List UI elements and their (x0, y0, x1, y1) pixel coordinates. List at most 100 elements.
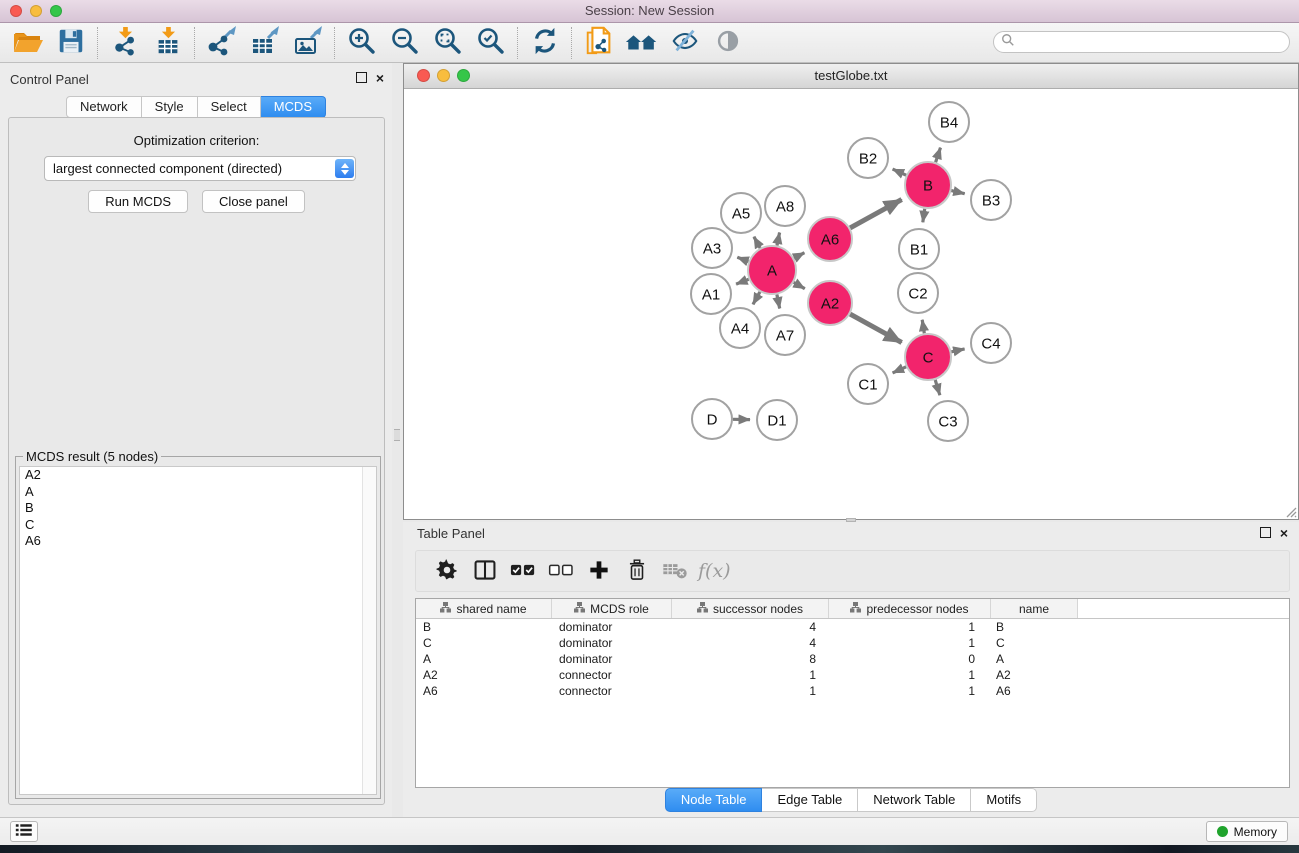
cell-shared-name[interactable]: A2 (416, 667, 552, 683)
memory-button[interactable]: Memory (1206, 821, 1288, 842)
network-canvas[interactable]: B4B2BB3A8A5A6A3B1AA1C2A2A4A7C4CC1C3DD1 (404, 89, 1298, 519)
function-builder-button[interactable]: f(x) (698, 560, 731, 582)
tab-edge-table[interactable]: Edge Table (762, 788, 858, 812)
graph-node-C4[interactable]: C4 (971, 323, 1011, 363)
cell-shared-name[interactable]: A (416, 651, 552, 667)
graph-node-A7[interactable]: A7 (765, 315, 805, 355)
graph-node-A2[interactable]: A2 (808, 281, 852, 325)
export-network-button[interactable] (200, 25, 243, 61)
graph-edge-A-A6[interactable] (794, 253, 804, 259)
save-session-button[interactable] (49, 25, 92, 61)
graph-edge-C-C2[interactable] (922, 320, 924, 334)
graph-edge-B-B4[interactable] (936, 148, 941, 163)
mcds-result-item[interactable]: C (20, 517, 376, 534)
search-field[interactable] (993, 31, 1290, 53)
graph-edge-A6-B[interactable] (850, 200, 902, 228)
cell-predecessor-nodes[interactable]: 1 (829, 683, 991, 699)
cell-name[interactable]: C (991, 635, 1078, 651)
graph-node-C1[interactable]: C1 (848, 364, 888, 404)
tab-mcds[interactable]: MCDS (261, 96, 326, 118)
graph-edge-A2-C[interactable] (850, 314, 902, 342)
graph-node-C[interactable]: C (905, 334, 951, 380)
cell-MCDS-role[interactable]: dominator (552, 651, 672, 667)
scrollbar-track[interactable] (362, 467, 376, 794)
select-all-columns-button[interactable] (504, 553, 542, 589)
graph-node-A3[interactable]: A3 (692, 228, 732, 268)
graph-edge-A-A1[interactable] (736, 279, 749, 284)
delete-table-button[interactable] (656, 553, 694, 589)
zoom-in-button[interactable] (340, 25, 383, 61)
graph-node-A6[interactable]: A6 (808, 217, 852, 261)
cell-shared-name[interactable]: B (416, 619, 552, 635)
criterion-select[interactable]: largest connected component (directed) (44, 156, 356, 181)
graph-node-A8[interactable]: A8 (765, 186, 805, 226)
delete-column-button[interactable] (618, 553, 656, 589)
cell-name[interactable]: A (991, 651, 1078, 667)
add-column-button[interactable] (580, 553, 618, 589)
mcds-result-item[interactable]: A (20, 484, 376, 501)
cell-successor-nodes[interactable]: 4 (672, 635, 829, 651)
graph-edge-A-A4[interactable] (753, 292, 760, 305)
cell-name[interactable]: B (991, 619, 1078, 635)
graph-edge-A-A2[interactable] (794, 282, 805, 288)
graph-edge-A-A3[interactable] (737, 257, 748, 261)
apply-layout-button[interactable] (523, 25, 566, 61)
tab-network-table[interactable]: Network Table (858, 788, 971, 812)
mcds-result-item[interactable]: A2 (20, 467, 376, 484)
graph-edge-C-C4[interactable] (951, 349, 964, 352)
table-settings-button[interactable] (428, 553, 466, 589)
cell-successor-nodes[interactable]: 1 (672, 667, 829, 683)
tab-motifs[interactable]: Motifs (971, 788, 1037, 812)
cell-predecessor-nodes[interactable]: 0 (829, 651, 991, 667)
task-history-button[interactable] (10, 821, 38, 842)
splitter-grip[interactable] (394, 429, 400, 441)
resize-grip-icon[interactable] (1283, 504, 1297, 518)
table-row[interactable]: Bdominator41B (416, 619, 1289, 635)
mcds-result-item[interactable]: A6 (20, 533, 376, 550)
graph-node-D[interactable]: D (692, 399, 732, 439)
export-table-button[interactable] (243, 25, 286, 61)
hide-panels-button[interactable] (663, 25, 706, 61)
network-window-titlebar[interactable]: testGlobe.txt (404, 64, 1298, 89)
node-table[interactable]: shared nameMCDS rolesuccessor nodesprede… (415, 598, 1290, 788)
graph-node-B[interactable]: B (905, 162, 951, 208)
close-panel-icon[interactable]: × (376, 73, 384, 83)
graph-node-C3[interactable]: C3 (928, 401, 968, 441)
tab-style[interactable]: Style (142, 96, 198, 118)
graph-edge-C-C1[interactable] (893, 367, 907, 373)
graph-node-B2[interactable]: B2 (848, 138, 888, 178)
close-panel-button[interactable]: Close panel (202, 190, 305, 213)
column-header-predecessor-nodes[interactable]: predecessor nodes (829, 599, 991, 618)
graph-node-A1[interactable]: A1 (691, 274, 731, 314)
deselect-all-columns-button[interactable] (542, 553, 580, 589)
graph-edge-A-A5[interactable] (754, 237, 760, 248)
zoom-out-button[interactable] (383, 25, 426, 61)
graph-edge-B-B2[interactable] (893, 169, 907, 175)
show-columns-button[interactable] (466, 553, 504, 589)
clone-network-button[interactable] (577, 25, 620, 61)
graph-node-B1[interactable]: B1 (899, 229, 939, 269)
graph-edge-A-A7[interactable] (777, 295, 780, 309)
cell-successor-nodes[interactable]: 4 (672, 619, 829, 635)
mcds-result-item[interactable]: B (20, 500, 376, 517)
home-view-button[interactable] (620, 25, 663, 61)
run-mcds-button[interactable]: Run MCDS (88, 190, 188, 213)
cell-predecessor-nodes[interactable]: 1 (829, 667, 991, 683)
graph-node-A4[interactable]: A4 (720, 308, 760, 348)
column-header-shared-name[interactable]: shared name (416, 599, 552, 618)
graph-edge-A-A8[interactable] (777, 233, 780, 246)
table-row[interactable]: Adominator80A (416, 651, 1289, 667)
table-row[interactable]: Cdominator41C (416, 635, 1289, 651)
graph-node-C2[interactable]: C2 (898, 273, 938, 313)
cell-MCDS-role[interactable]: dominator (552, 619, 672, 635)
float-panel-icon[interactable] (356, 72, 367, 83)
graph-node-B4[interactable]: B4 (929, 102, 969, 142)
table-row[interactable]: A2connector11A2 (416, 667, 1289, 683)
column-header-successor-nodes[interactable]: successor nodes (672, 599, 829, 618)
graph-edge-B-B1[interactable] (923, 209, 925, 223)
graph-edge-C-C3[interactable] (935, 380, 940, 395)
float-panel-icon[interactable] (1260, 527, 1271, 538)
graph-node-A5[interactable]: A5 (721, 193, 761, 233)
cell-name[interactable]: A2 (991, 667, 1078, 683)
tab-node-table[interactable]: Node Table (665, 788, 763, 812)
